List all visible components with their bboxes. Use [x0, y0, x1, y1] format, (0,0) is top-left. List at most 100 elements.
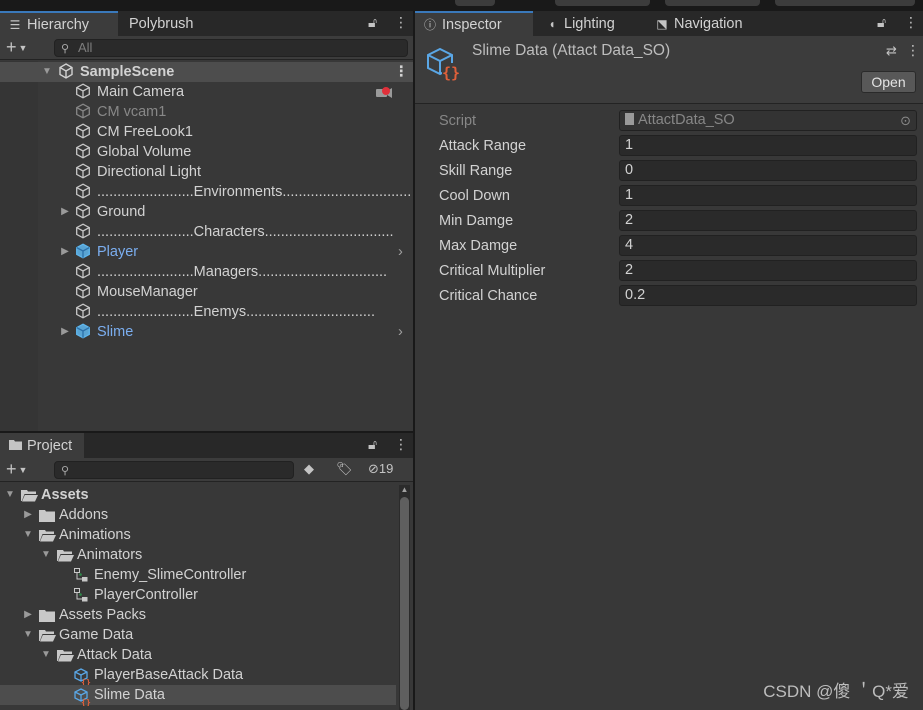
more-menu-icon[interactable]: ⋮ — [394, 436, 408, 453]
hierarchy-toolbar: + ▼ ⚲ All — [0, 36, 413, 60]
scene-menu-icon[interactable]: ⋮ — [394, 62, 409, 82]
create-dropdown-button[interactable]: + ▼ — [6, 37, 27, 58]
scene-row[interactable]: ▼ SampleScene ⋮ — [0, 62, 413, 82]
create-asset-dropdown-button[interactable]: + ▼ — [6, 459, 27, 480]
hierarchy-search-input[interactable]: ⚲ All — [54, 39, 408, 57]
foldout-expanded-icon[interactable]: ▼ — [4, 485, 16, 505]
project-item[interactable]: {} Slime Data — [0, 685, 396, 707]
project-item[interactable]: ▼ Animators — [0, 545, 396, 565]
hierarchy-item[interactable]: ▶ Ground — [0, 202, 413, 222]
hierarchy-item-label: ........................Characters......… — [97, 224, 394, 240]
hierarchy-item[interactable]: Main Camera — [0, 82, 413, 102]
eye-slash-icon: ⊘ — [368, 461, 379, 476]
project-item[interactable]: ▼ Animations — [0, 525, 396, 545]
project-item[interactable]: ▼ Game Data — [0, 625, 396, 645]
tab-inspector[interactable]: ⓘ Inspector — [415, 11, 533, 36]
toolbar-button[interactable] — [775, 0, 915, 6]
hierarchy-item-label: ........................Environments....… — [97, 184, 411, 200]
project-item-label: Game Data — [59, 627, 134, 643]
hierarchy-item[interactable]: Directional Light — [0, 162, 413, 182]
more-menu-icon[interactable]: ⋮ — [394, 14, 408, 31]
scrollbar-thumb[interactable] — [400, 497, 409, 710]
inspector-title: Slime Data (Attact Data_SO) — [472, 42, 671, 59]
hierarchy-item[interactable]: ........................Environments....… — [0, 182, 413, 202]
open-prefab-chevron-icon[interactable]: › — [398, 322, 403, 342]
toolbar-button[interactable] — [455, 0, 495, 6]
scriptable-object-icon: {} — [425, 46, 463, 88]
search-by-type-icon[interactable]: ◆ — [304, 461, 314, 477]
hierarchy-item[interactable]: CM vcam1 — [0, 102, 413, 122]
field-label: Skill Range — [439, 163, 513, 179]
foldout-expanded-icon[interactable]: ▼ — [41, 62, 53, 82]
object-picker-icon[interactable]: ⊙ — [900, 111, 911, 130]
lock-icon[interactable]: 🔓︎ — [877, 14, 886, 31]
field-value-input[interactable]: 0.2 — [619, 285, 917, 306]
toolbar-button[interactable] — [555, 0, 650, 6]
gameobject-cube-icon — [75, 162, 96, 182]
project-item[interactable]: Enemy_SlimeController — [0, 565, 396, 585]
foldout-collapsed-icon[interactable]: ▶ — [22, 605, 34, 625]
watermark: CSDN @傻 ＇Q*爱 — [763, 682, 909, 701]
search-icon: ⚲ — [61, 43, 70, 55]
script-label: Script — [439, 113, 477, 129]
lightbulb-icon: ◖ — [548, 16, 556, 31]
foldout-collapsed-icon[interactable]: ▶ — [59, 242, 71, 262]
project-item[interactable]: ▼ Attack Data — [0, 645, 396, 665]
lock-icon[interactable]: 🔓︎ — [368, 436, 377, 453]
foldout-expanded-icon[interactable]: ▼ — [40, 645, 52, 665]
field-value-input[interactable]: 2 — [619, 210, 917, 231]
project-item[interactable]: {} PlayerBaseAttack Data — [0, 665, 396, 687]
hierarchy-item[interactable]: ........................Managers........… — [0, 262, 413, 282]
field-value-input[interactable]: 0 — [619, 160, 917, 181]
search-icon: ⚲ — [61, 465, 70, 477]
panel-divider[interactable] — [0, 431, 413, 433]
search-by-label-icon[interactable]: 🏷︎ — [336, 461, 353, 477]
hierarchy-item[interactable]: ........................Characters......… — [0, 222, 413, 242]
project-item[interactable]: ▼ Assets — [0, 485, 396, 505]
tab-lighting[interactable]: ◖ Lighting — [537, 11, 625, 36]
hierarchy-item[interactable]: ▶ Player › — [0, 242, 413, 262]
project-item-label: Addons — [59, 507, 109, 523]
project-item[interactable]: ▶ Addons — [0, 505, 396, 525]
hidden-packages-toggle[interactable]: ⊘19 — [368, 461, 393, 477]
foldout-collapsed-icon[interactable]: ▶ — [59, 322, 71, 342]
foldout-expanded-icon[interactable]: ▼ — [22, 625, 34, 645]
more-menu-icon[interactable]: ⋮ — [904, 14, 918, 31]
hierarchy-item[interactable]: Global Volume — [0, 142, 413, 162]
context-menu-icon[interactable]: ⋮ — [906, 42, 920, 59]
foldout-collapsed-icon[interactable]: ▶ — [59, 202, 71, 222]
field-label: Attack Range — [439, 138, 527, 154]
foldout-expanded-icon[interactable]: ▼ — [22, 525, 34, 545]
inspector-tabbar: ⓘ Inspector ◖ Lighting ⬔ Navigation 🔓︎ ⋮ — [415, 11, 923, 36]
field-label: Max Damge — [439, 238, 518, 254]
gameobject-cube-icon — [75, 222, 96, 242]
scroll-up-arrow-icon[interactable]: ▲ — [399, 485, 410, 494]
hierarchy-item[interactable]: ........................Enemys..........… — [0, 302, 413, 322]
tab-project[interactable]: Project — [0, 433, 84, 458]
open-prefab-chevron-icon[interactable]: › — [398, 242, 403, 262]
tab-polybrush[interactable]: Polybrush — [121, 11, 203, 36]
tab-hierarchy[interactable]: ☰ Hierarchy — [0, 11, 118, 36]
hierarchy-item[interactable]: CM FreeLook1 — [0, 122, 413, 142]
project-item[interactable]: PlayerController — [0, 585, 396, 605]
lock-icon[interactable]: 🔓︎ — [368, 14, 377, 31]
presets-icon[interactable]: ⇄ — [886, 43, 897, 59]
toolbar-button[interactable] — [665, 0, 760, 6]
field-value-input[interactable]: 2 — [619, 260, 917, 281]
project-scrollbar[interactable]: ▲ — [399, 485, 410, 710]
prefab-cube-icon — [75, 322, 96, 342]
foldout-expanded-icon[interactable]: ▼ — [40, 545, 52, 565]
hierarchy-item[interactable]: MouseManager — [0, 282, 413, 302]
field-value-input[interactable]: 4 — [619, 235, 917, 256]
gameobject-cube-icon — [75, 122, 96, 142]
hierarchy-item-label: Directional Light — [97, 164, 201, 180]
tab-navigation[interactable]: ⬔ Navigation — [647, 11, 753, 36]
field-value-input[interactable]: 1 — [619, 185, 917, 206]
project-search-input[interactable]: ⚲ — [54, 461, 294, 479]
cs-script-icon — [625, 113, 634, 125]
project-item[interactable]: ▶ Assets Packs — [0, 605, 396, 625]
hierarchy-item[interactable]: ▶ Slime › — [0, 322, 413, 342]
field-value-input[interactable]: 1 — [619, 135, 917, 156]
foldout-collapsed-icon[interactable]: ▶ — [22, 505, 34, 525]
open-button[interactable]: Open — [861, 71, 916, 93]
